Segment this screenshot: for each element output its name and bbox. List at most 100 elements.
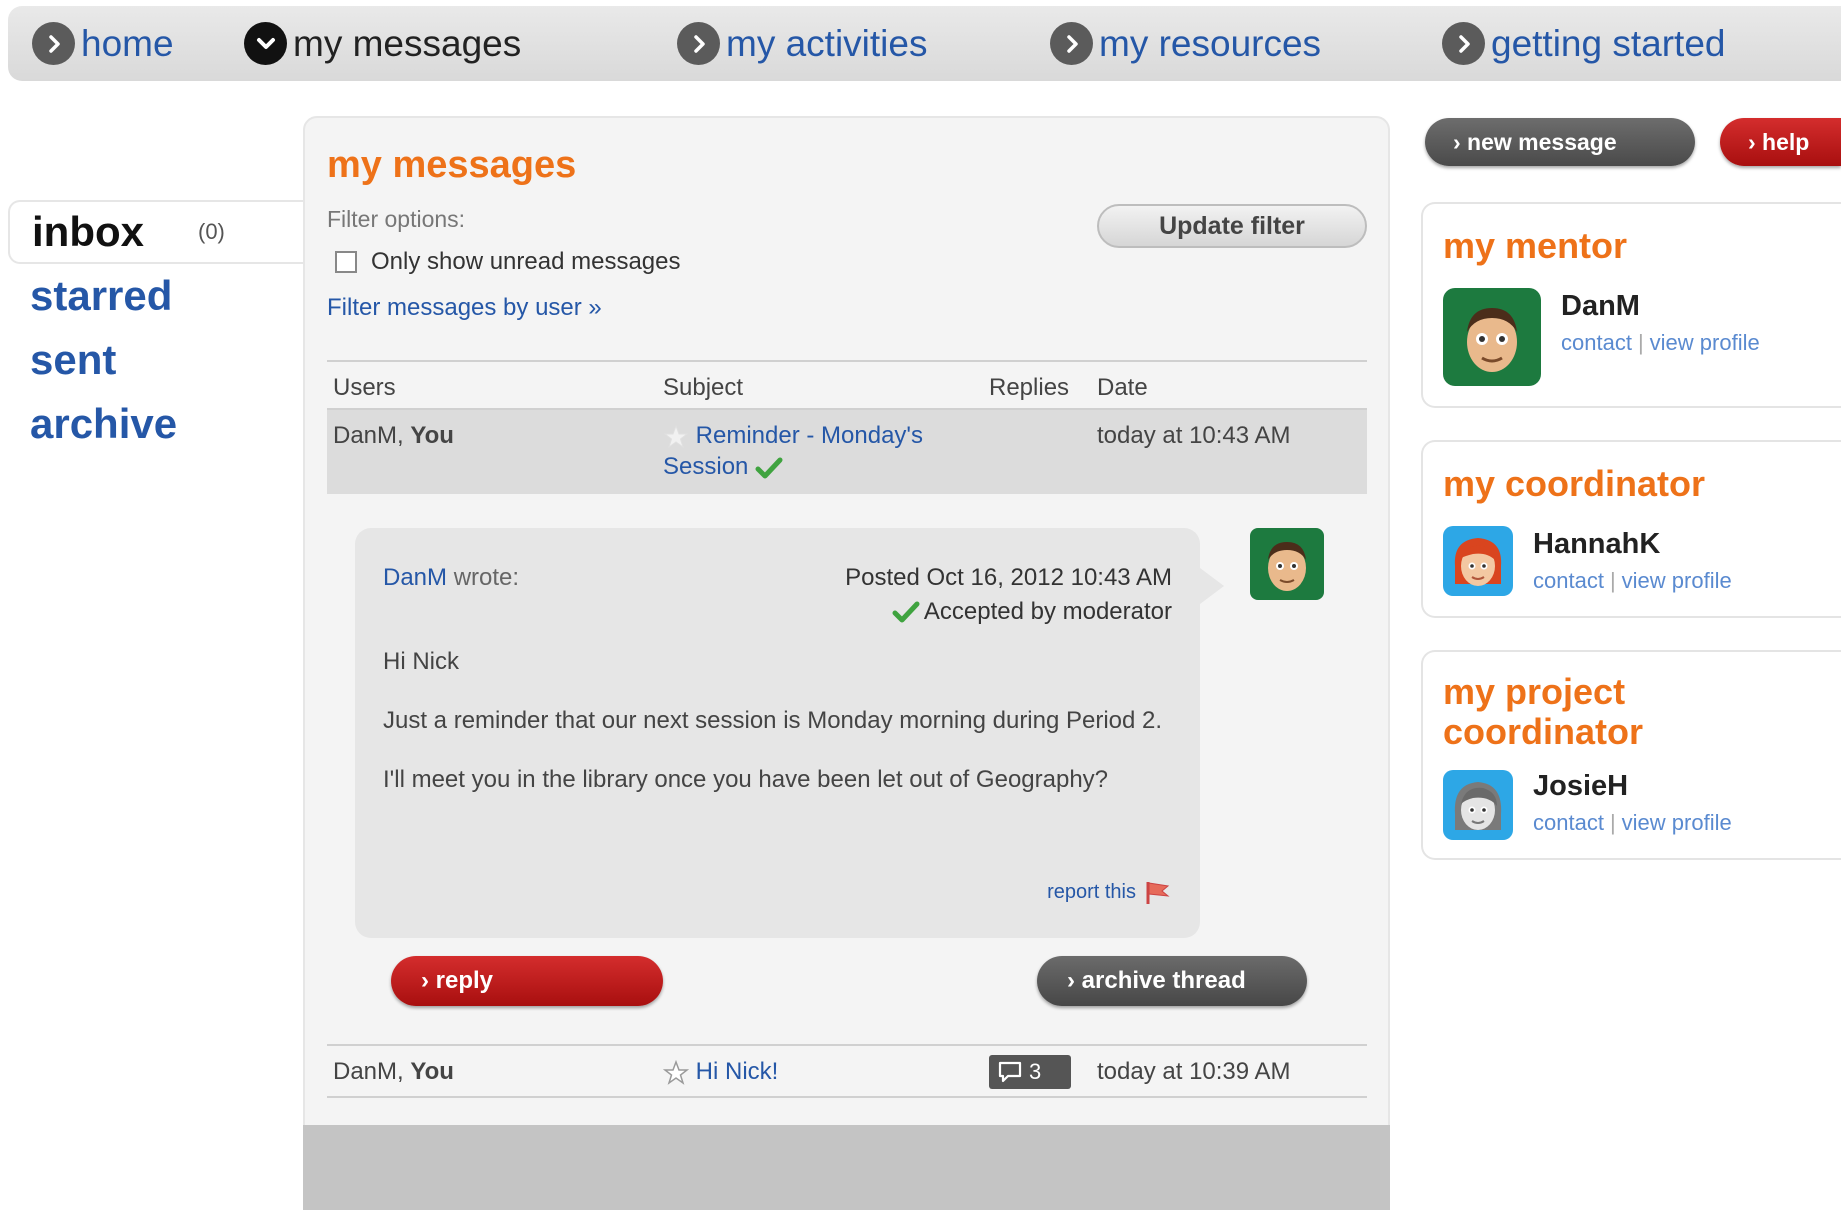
- bubble-arrow: [1200, 568, 1224, 604]
- contact-links: contact | view profile: [1533, 568, 1732, 594]
- archive-thread-button[interactable]: › archive thread: [1037, 956, 1307, 1006]
- project-coordinator-card: my project coordinator JosieH contact | vi…: [1421, 650, 1841, 860]
- user-name: DanM: [333, 1058, 398, 1085]
- nav-my-resources-label: my resources: [1099, 22, 1322, 64]
- user-you: You: [410, 1058, 454, 1085]
- column-header-users[interactable]: Users: [333, 374, 396, 402]
- contact-links: contact | view profile: [1561, 330, 1760, 356]
- nav-getting-started[interactable]: getting started: [1442, 6, 1725, 81]
- chevron-right-icon: [1050, 22, 1093, 65]
- row-users: DanM, You: [333, 422, 454, 450]
- accepted-label: Accepted by moderator: [923, 598, 1172, 625]
- inbox-count: (0): [198, 219, 225, 244]
- contact-link[interactable]: contact: [1561, 330, 1632, 355]
- nav-home-label: home: [81, 22, 174, 64]
- link-separator: |: [1609, 568, 1616, 593]
- unread-checkbox[interactable]: [335, 251, 357, 273]
- unread-checkbox-label: Only show unread messages: [371, 248, 681, 275]
- nav-my-messages[interactable]: my messages: [244, 6, 521, 81]
- user-you: You: [410, 422, 454, 449]
- coordinator-card: my coordinator HannahK contact | view prof…: [1421, 440, 1841, 618]
- card-title: my project coordinator: [1443, 671, 1644, 752]
- mailbox-sidebar: inbox (0) starred sent archive: [8, 200, 308, 456]
- avatar[interactable]: [1250, 528, 1324, 600]
- author-link[interactable]: DanM: [383, 564, 447, 591]
- help-button[interactable]: › help: [1720, 118, 1841, 166]
- view-profile-link[interactable]: view profile: [1650, 330, 1760, 355]
- star-icon[interactable]: [663, 424, 689, 450]
- card-title: my coordinator: [1443, 463, 1706, 504]
- nav-my-resources[interactable]: my resources: [1050, 6, 1321, 81]
- column-header-date[interactable]: Date: [1097, 374, 1148, 402]
- avatar[interactable]: [1443, 288, 1541, 391]
- panel-footer: [303, 1125, 1390, 1210]
- table-row[interactable]: DanM, You Reminder - Monday's Session to…: [327, 410, 1367, 494]
- contact-link[interactable]: contact: [1533, 810, 1604, 835]
- table-row[interactable]: DanM, You Hi Nick! 3 today at 10:39 AM: [327, 1044, 1367, 1098]
- message-posted-date: Posted Oct 16, 2012 10:43 AM: [845, 564, 1172, 591]
- flag-icon: [1146, 882, 1170, 904]
- sidebar-item-archive[interactable]: archive: [8, 392, 308, 456]
- messages-table: Users Subject Replies Date DanM, You Rem…: [327, 360, 1367, 494]
- user-name: DanM: [333, 422, 398, 449]
- user-separator: ,: [397, 1058, 411, 1085]
- update-filter-button[interactable]: Update filter: [1097, 204, 1367, 248]
- avatar[interactable]: [1443, 526, 1513, 601]
- view-profile-link[interactable]: view profile: [1622, 568, 1732, 593]
- sidebar-item-label: starred: [30, 272, 173, 319]
- sidebar-item-label: archive: [30, 400, 178, 447]
- filter-by-user-link[interactable]: Filter messages by user »: [327, 294, 602, 322]
- column-header-replies[interactable]: Replies: [989, 374, 1069, 402]
- chevron-down-icon: [244, 22, 287, 65]
- message-paragraph: I'll meet you in the library once you ha…: [383, 766, 1109, 793]
- contact-links: contact | view profile: [1533, 810, 1732, 836]
- contact-name: DanM: [1561, 290, 1640, 322]
- star-icon[interactable]: [662, 1059, 690, 1086]
- contact-name: HannahK: [1533, 528, 1661, 560]
- row-date: today at 10:43 AM: [1097, 422, 1291, 449]
- page-title: my messages: [327, 144, 577, 186]
- nav-my-activities[interactable]: my activities: [677, 6, 927, 81]
- nav-my-activities-label: my activities: [726, 22, 928, 64]
- subject-link[interactable]: Hi Nick!: [696, 1058, 779, 1085]
- reply-count: 3: [1029, 1059, 1042, 1084]
- reply-button[interactable]: › reply: [391, 956, 663, 1006]
- nav-home[interactable]: home: [32, 6, 174, 81]
- message-paragraph: Hi Nick: [383, 648, 459, 675]
- report-link[interactable]: report this: [1047, 878, 1172, 906]
- card-title: my mentor: [1443, 225, 1628, 266]
- avatar[interactable]: [1443, 770, 1513, 845]
- contact-link[interactable]: contact: [1533, 568, 1604, 593]
- view-profile-link[interactable]: view profile: [1622, 810, 1732, 835]
- column-header-subject[interactable]: Subject: [663, 374, 743, 402]
- sidebar-item-starred[interactable]: starred: [8, 264, 308, 328]
- wrote-label: wrote:: [447, 564, 520, 591]
- top-navigation: home my messages my activities my resour…: [8, 6, 1841, 81]
- row-subject: Hi Nick!: [662, 1058, 779, 1086]
- nav-my-messages-label: my messages: [293, 22, 522, 64]
- chevron-right-icon: [32, 22, 75, 65]
- subject-link[interactable]: Reminder - Monday's Session: [663, 422, 923, 480]
- table-header: Users Subject Replies Date: [327, 360, 1367, 410]
- unread-filter[interactable]: Only show unread messages: [335, 248, 681, 276]
- row-date: today at 10:39 AM: [1097, 1058, 1291, 1085]
- chevron-right-icon: [677, 22, 720, 65]
- sidebar-item-inbox[interactable]: inbox (0): [8, 200, 308, 264]
- message-paragraph: Just a reminder that our next session is…: [383, 707, 1163, 734]
- report-label: report this: [1047, 880, 1136, 903]
- moderation-status: Accepted by moderator: [892, 598, 1172, 626]
- speech-bubble-icon: [998, 1061, 1022, 1083]
- new-message-button[interactable]: › new message: [1425, 118, 1695, 166]
- checkmark-icon: [755, 457, 783, 479]
- link-separator: |: [1637, 330, 1644, 355]
- message-body: Hi Nick Just a reminder that our next se…: [383, 644, 1173, 821]
- message-bubble: DanM wrote: Posted Oct 16, 2012 10:43 AM…: [355, 528, 1200, 938]
- row-subject: Reminder - Monday's Session: [663, 420, 953, 482]
- reply-count-badge: 3: [989, 1055, 1071, 1089]
- messages-panel: my messages Filter options: Update filte…: [303, 116, 1390, 1210]
- sidebar-item-sent[interactable]: sent: [8, 328, 308, 392]
- checkmark-icon: [892, 601, 920, 623]
- sidebar-item-label: sent: [30, 336, 117, 383]
- sidebar-item-label: inbox: [32, 208, 144, 255]
- filter-options-label: Filter options:: [327, 206, 466, 232]
